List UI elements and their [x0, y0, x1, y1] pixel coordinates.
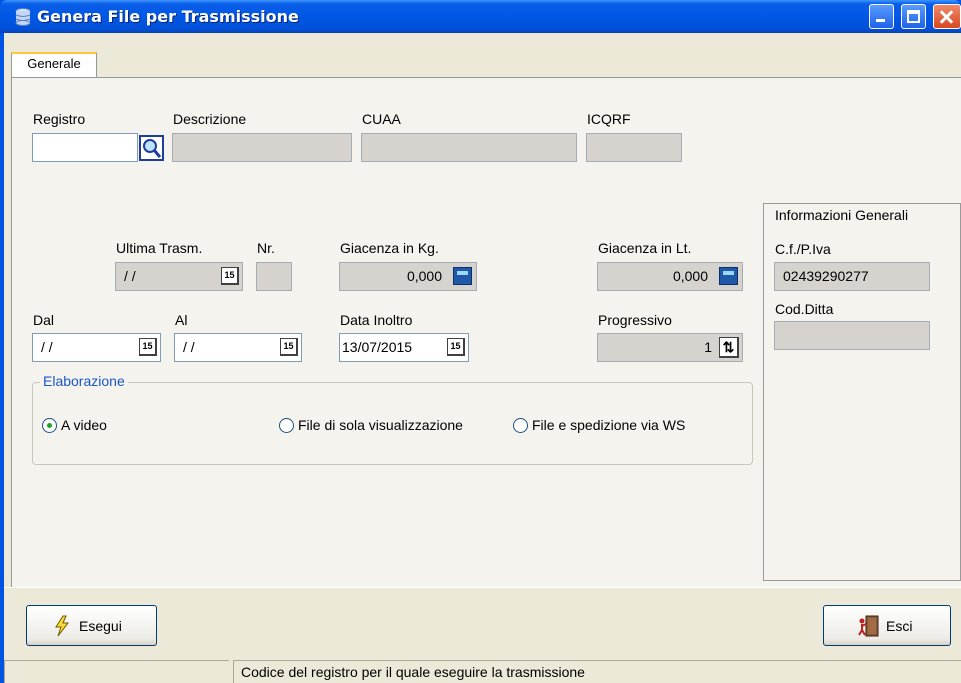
radio-a-video-label[interactable]: A video	[61, 417, 107, 433]
registro-search-button[interactable]	[139, 135, 164, 161]
data-inoltro-value: 13/07/2015	[342, 339, 413, 355]
al-label: Al	[175, 312, 188, 328]
data-inoltro-label: Data Inoltro	[340, 312, 413, 328]
ultima-trasm-field: / / 15	[115, 262, 243, 291]
title-bar[interactable]: Genera File per Trasmissione	[0, 0, 961, 33]
dal-label: Dal	[33, 312, 55, 328]
giacenza-lt-label: Giacenza in Lt.	[598, 240, 692, 256]
giacenza-lt-value: 0,000	[672, 268, 708, 284]
status-cell-empty	[4, 660, 229, 683]
ultima-trasm-value: / /	[124, 268, 136, 284]
giacenza-kg-label: Giacenza in Kg.	[340, 240, 439, 256]
calendar-icon[interactable]: 15	[139, 338, 157, 356]
radio-file-spedizione-ws-label[interactable]: File e spedizione via WS	[532, 417, 685, 433]
info-title: Informazioni Generali	[775, 207, 909, 223]
cf-piva-label: C.f./P.Iva	[775, 241, 831, 257]
informazioni-generali-box	[763, 203, 961, 581]
calendar-icon[interactable]: 15	[221, 267, 239, 285]
radio-file-visualizzazione-label[interactable]: File di sola visualizzazione	[298, 417, 463, 433]
giacenza-kg-field: 0,000	[339, 262, 477, 291]
tab-generale[interactable]: Generale	[11, 52, 97, 77]
app-window: Genera File per Trasmissione Generale Re…	[0, 0, 961, 683]
lightning-icon	[55, 615, 70, 637]
registro-label: Registro	[33, 111, 86, 127]
status-bar: Codice del registro per il quale eseguir…	[4, 658, 961, 683]
data-inoltro-input[interactable]: 13/07/2015 15	[339, 333, 469, 362]
dal-value: / /	[41, 339, 53, 355]
elaborazione-title: Elaborazione	[40, 373, 128, 389]
database-icon	[15, 8, 31, 26]
icqrf-field	[586, 133, 682, 162]
descrizione-field	[172, 133, 352, 162]
calculator-icon[interactable]	[719, 267, 738, 285]
exit-door-icon	[858, 615, 879, 637]
esci-label: Esci	[886, 618, 913, 634]
ultima-trasm-label: Ultima Trasm.	[116, 240, 203, 256]
cuaa-label: CUAA	[362, 111, 401, 127]
nr-field	[256, 262, 292, 291]
nr-label: Nr.	[257, 240, 275, 256]
al-value: / /	[183, 339, 195, 355]
giacenza-kg-value: 0,000	[406, 268, 442, 284]
calendar-icon[interactable]: 15	[280, 338, 298, 356]
minimize-button[interactable]	[869, 4, 894, 29]
al-input[interactable]: / / 15	[174, 333, 302, 362]
window-title: Genera File per Trasmissione	[37, 7, 299, 26]
progressivo-value: 1	[704, 339, 712, 355]
calculator-icon[interactable]	[453, 267, 472, 285]
cf-piva-field: 02439290277	[774, 262, 930, 291]
dal-input[interactable]: / / 15	[32, 333, 161, 362]
spinner-icon[interactable]: ⇅	[719, 337, 739, 358]
calendar-icon[interactable]: 15	[447, 338, 465, 356]
cod-ditta-field	[774, 321, 930, 350]
maximize-button[interactable]	[901, 4, 926, 29]
progressivo-label: Progressivo	[598, 312, 672, 328]
tab-strip: Generale	[4, 33, 961, 79]
registro-input[interactable]	[32, 133, 138, 162]
radio-file-visualizzazione[interactable]	[279, 418, 294, 433]
esegui-button[interactable]: Esegui	[26, 605, 157, 646]
radio-a-video[interactable]	[42, 418, 57, 433]
cod-ditta-label: Cod.Ditta	[775, 301, 834, 317]
close-button[interactable]	[933, 4, 961, 29]
progressivo-field: 1 ⇅	[597, 333, 743, 362]
icqrf-label: ICQRF	[587, 111, 631, 127]
giacenza-lt-field: 0,000	[597, 262, 743, 291]
search-icon	[143, 139, 162, 158]
radio-file-spedizione-ws[interactable]	[513, 418, 528, 433]
descrizione-label: Descrizione	[173, 111, 247, 127]
esegui-label: Esegui	[79, 618, 122, 634]
esci-button[interactable]: Esci	[823, 605, 951, 646]
status-message: Codice del registro per il quale eseguir…	[233, 660, 961, 683]
cuaa-field	[361, 133, 577, 162]
